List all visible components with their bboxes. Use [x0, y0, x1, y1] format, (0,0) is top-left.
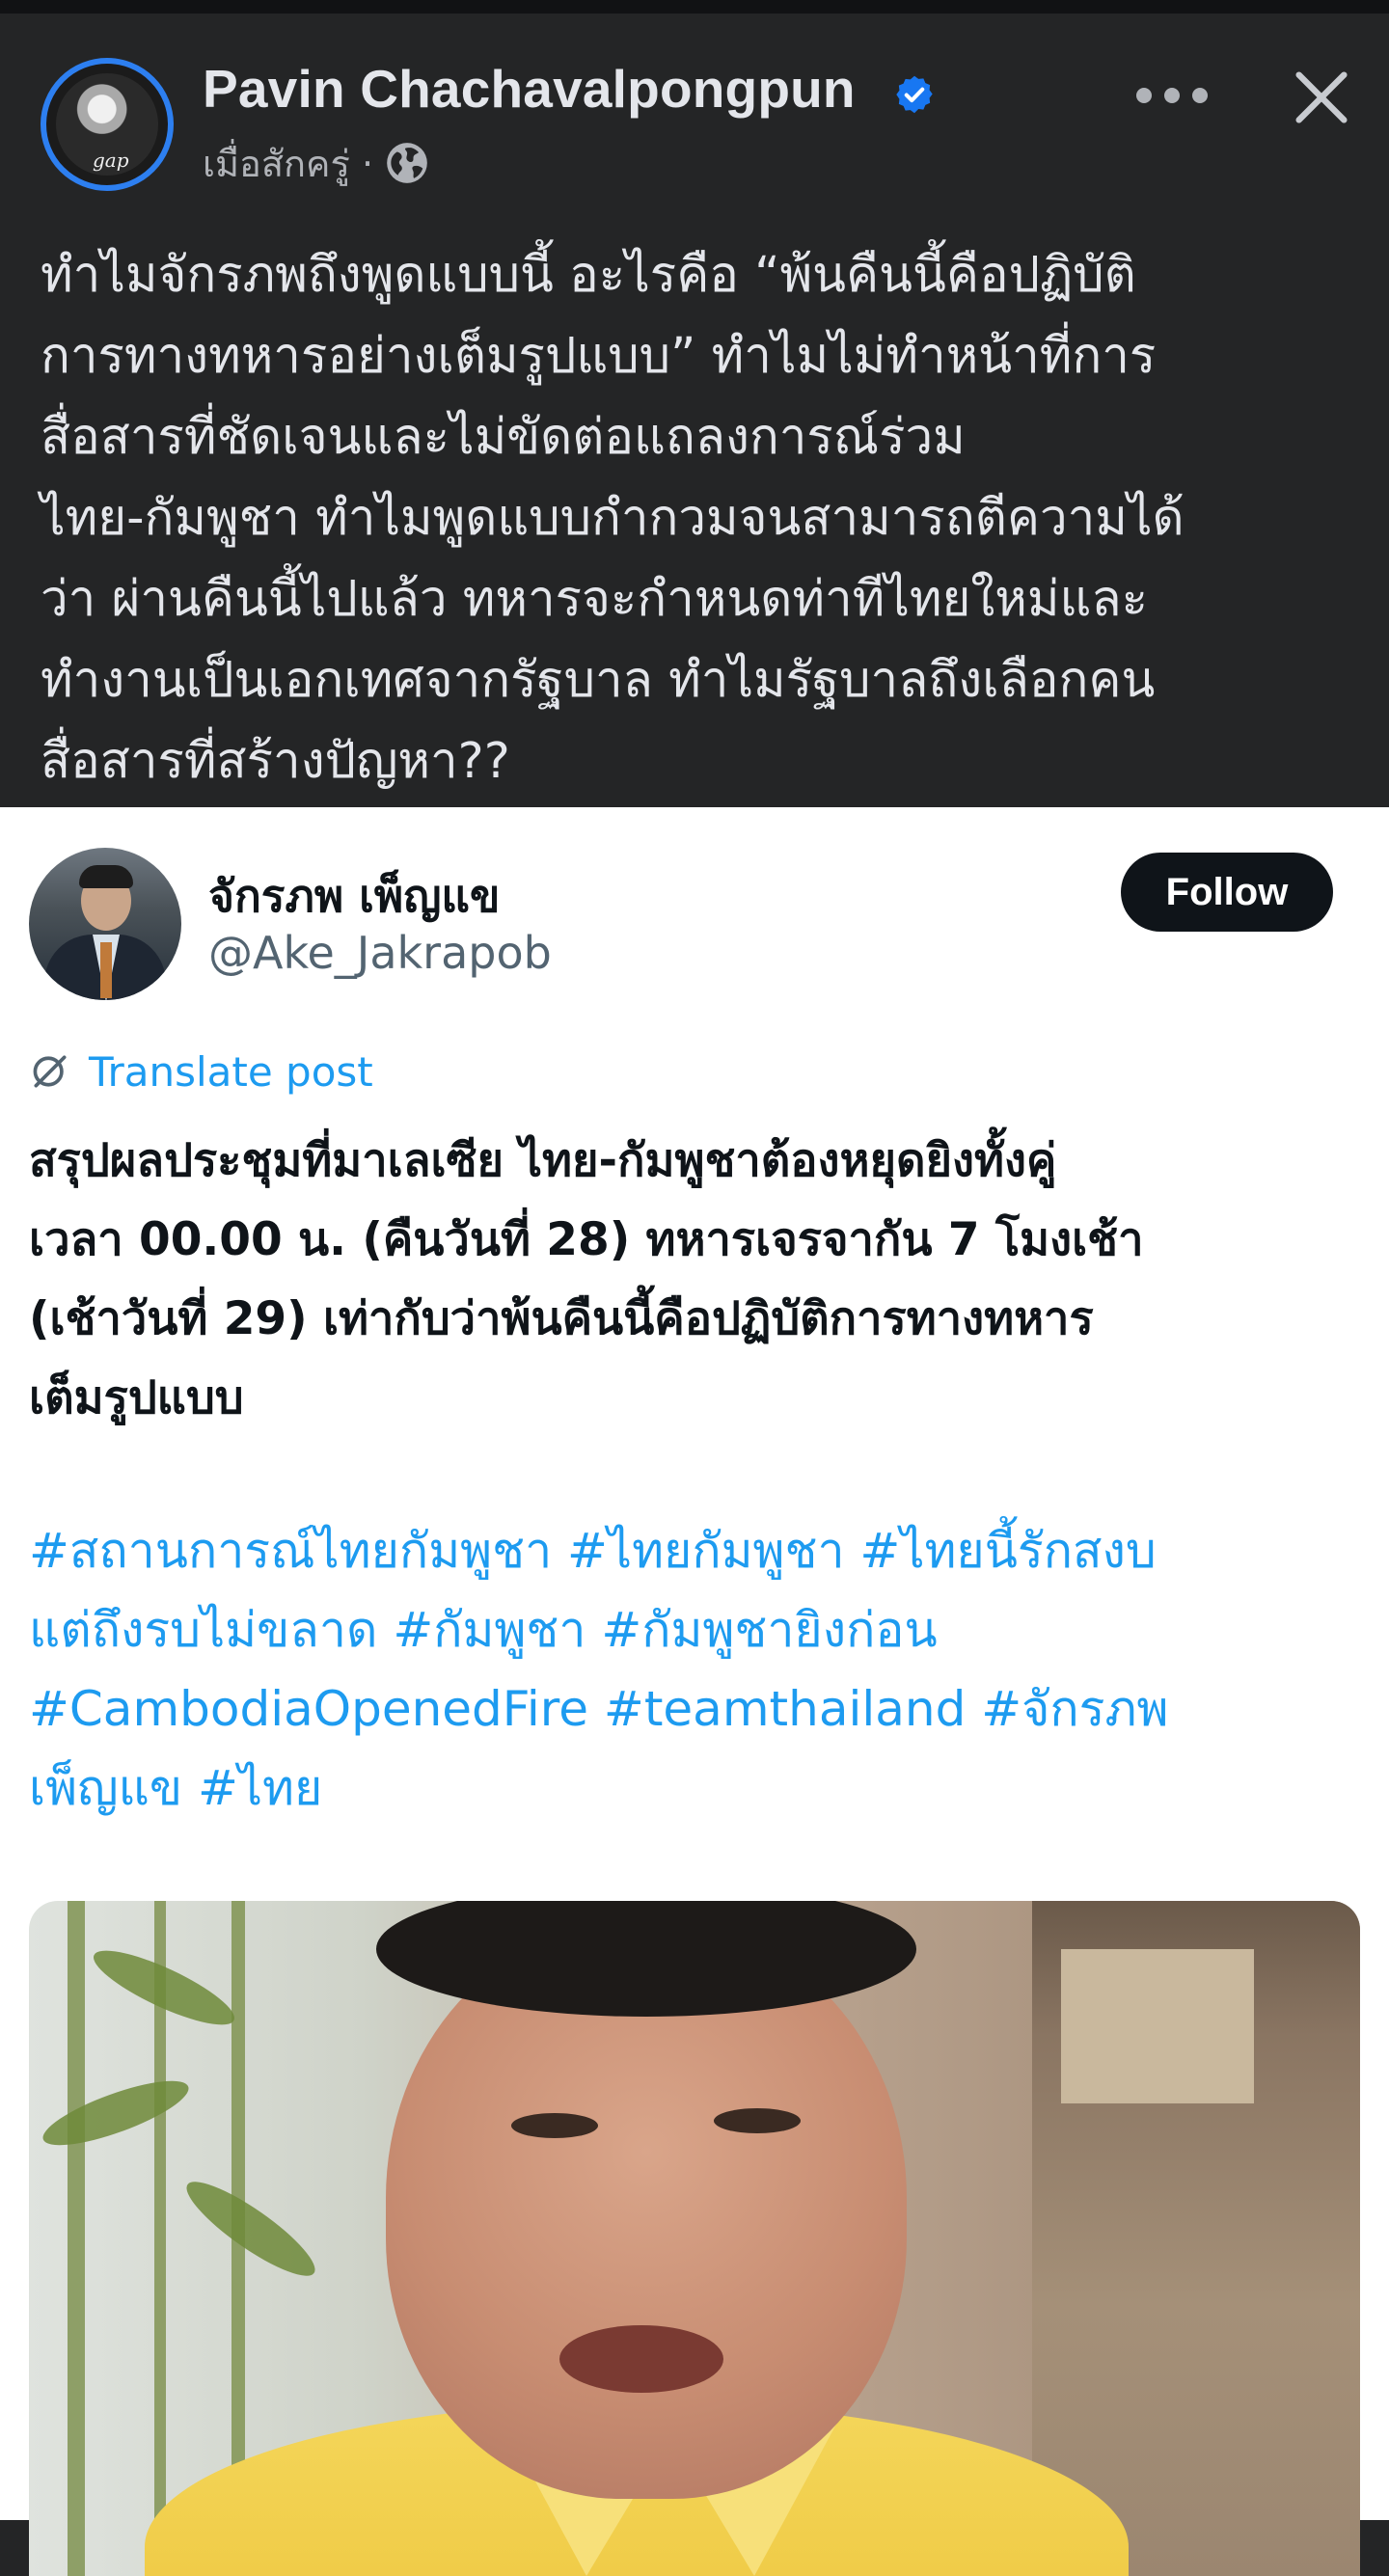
follow-button[interactable]: Follow — [1121, 853, 1333, 932]
photo-eye — [714, 2108, 801, 2133]
tweet-text-line: เต็มรูปแบบ — [29, 1371, 244, 1424]
photo-bamboo — [68, 1901, 85, 2576]
tweet-author-avatar[interactable] — [29, 848, 181, 1000]
photo-eye — [511, 2113, 598, 2138]
post-text-line: ไทย-กัมพูชา ทำไมพูดแบบกำกวมจนสามารถตีควา… — [41, 490, 1185, 547]
tweet-text-line: เวลา 00.00 น. (คืนวันที่ 28) ทหารเจรจากั… — [29, 1213, 1144, 1266]
hashtag-line[interactable]: #สถานการณ์ไทยกัมพูชา #ไทยกัมพูชา #ไทยนี้… — [29, 1511, 1360, 1590]
post-text-line: ทำไมจักรภพถึงพูดแบบนี้ อะไรคือ “พ้นคืนนี… — [41, 247, 1136, 304]
tweet-author-name[interactable]: จักรภพ เพ็ญแข — [208, 861, 501, 932]
close-icon[interactable] — [1288, 64, 1355, 131]
avatar-hair — [79, 865, 133, 888]
globe-icon — [387, 143, 427, 183]
photo-leaf — [176, 2168, 326, 2290]
translate-post-link[interactable]: Translate post — [29, 1043, 373, 1100]
post-meta: เมื่อสักครู่ · — [203, 139, 431, 187]
author-avatar[interactable]: gap — [41, 58, 174, 191]
tweet-author-handle[interactable]: @Ake_Jakrapob — [208, 927, 552, 979]
post-text-line: สื่อสารที่ชัดเจนและไม่ขัดต่อแถลงการณ์ร่ว… — [41, 409, 966, 466]
photo-mouth — [559, 2325, 723, 2393]
tweet-text-line: สรุปผลประชุมที่มาเลเซีย ไทย-กัมพูชาต้องห… — [29, 1134, 1057, 1187]
hashtag-line[interactable]: เพ็ญแข #ไทย — [29, 1749, 1360, 1828]
author-name[interactable]: Pavin Chachavalpongpun — [203, 58, 856, 120]
avatar-logo: gap — [93, 149, 129, 172]
translate-icon — [33, 1055, 67, 1088]
tweet-photo[interactable] — [29, 1901, 1360, 2576]
tweet-hashtags: #สถานการณ์ไทยกัมพูชา #ไทยกัมพูชา #ไทยนี้… — [29, 1511, 1360, 1828]
verified-badge-icon — [896, 75, 933, 114]
photo-hair — [376, 1901, 916, 2017]
post-text: ทำไมจักรภพถึงพูดแบบนี้ อะไรคือ “พ้นคืนนี… — [41, 235, 1372, 802]
tweet-text-line: (เช้าวันที่ 29) เท่ากับว่าพ้นคืนนี้คือปฏ… — [29, 1292, 1094, 1345]
post-text-line: ว่า ผ่านคืนนี้ไปแล้ว ทหารจะกำหนดท่าทีไทย… — [41, 571, 1149, 628]
photo-leaf — [36, 2068, 196, 2158]
post-text-line: ทำงานเป็นเอกเทศจากรัฐบาล ทำไมรัฐบาลถึงเล… — [41, 652, 1156, 709]
translate-label[interactable]: Translate post — [89, 1048, 373, 1096]
avatar-tie — [100, 942, 112, 998]
more-options-icon[interactable] — [1136, 71, 1208, 120]
hashtag-line[interactable]: #CambodiaOpenedFire #teamthailand #จักรภ… — [29, 1669, 1360, 1749]
post-text-line: สื่อสารที่สร้างปัญหา?? — [41, 733, 510, 790]
photo-shelf — [1032, 1901, 1360, 2576]
hashtag-line[interactable]: แต่ถึงรบไม่ขลาด #กัมพูชา #กัมพูชายิงก่อน — [29, 1590, 1360, 1669]
post-text-line: การทางทหารอย่างเต็มรูปแบบ” ทำไมไม่ทำหน้า… — [41, 328, 1157, 385]
status-strip — [0, 0, 1389, 14]
tweet-text: สรุปผลประชุมที่มาเลเซีย ไทย-กัมพูชาต้องห… — [29, 1122, 1360, 1438]
embedded-tweet: จักรภพ เพ็ญแข @Ake_Jakrapob Follow Trans… — [0, 807, 1389, 2576]
post-timestamp[interactable]: เมื่อสักครู่ · — [203, 134, 373, 193]
facebook-post: gap Pavin Chachavalpongpun เมื่อสักครู่ … — [0, 14, 1389, 807]
